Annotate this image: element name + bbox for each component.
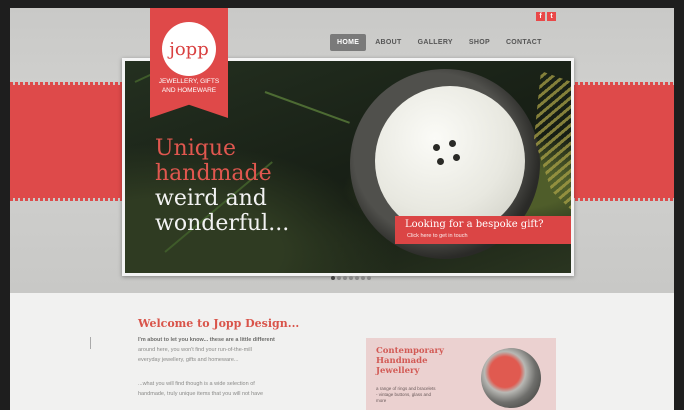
button-hole <box>449 140 456 147</box>
welcome-text-2: around here, you won't find your run-of-… <box>138 347 252 353</box>
button-disc-image <box>375 86 525 236</box>
welcome-text-4: ...what you will find though is a wide s… <box>138 381 255 387</box>
nav-home[interactable]: HOME <box>330 34 367 51</box>
button-hole <box>433 144 440 151</box>
headline-line-1: Unique <box>155 136 237 161</box>
facebook-icon[interactable]: f <box>536 12 545 21</box>
logo-text: jopp <box>169 38 209 60</box>
slider-dot[interactable] <box>355 276 359 280</box>
main-nav: HOME ABOUT GALLERY SHOP CONTACT <box>330 34 549 51</box>
welcome-text-1: I'm about to let you know... these are a… <box>138 335 338 345</box>
slider-dot[interactable] <box>349 276 353 280</box>
promo-title-line-3: Jewellery <box>376 366 420 376</box>
welcome-text-5: handmade, truly unique items that you wi… <box>138 391 264 397</box>
slider-dot[interactable] <box>331 276 335 280</box>
slider-dot[interactable] <box>337 276 341 280</box>
cta-subtitle: Click here to get in touch <box>407 233 468 239</box>
logo-ribbon[interactable]: jopp JEWELLERY, GIFTS AND HOMEWARE <box>150 8 228 118</box>
brand-tagline: JEWELLERY, GIFTS AND HOMEWARE <box>152 77 226 95</box>
nav-shop[interactable]: SHOP <box>462 34 497 51</box>
screenshot-frame: jopp JEWELLERY, GIFTS AND HOMEWARE f t H… <box>0 0 684 410</box>
social-links: f t <box>536 12 556 21</box>
web-page: jopp JEWELLERY, GIFTS AND HOMEWARE f t H… <box>10 8 674 410</box>
slider-dot[interactable] <box>367 276 371 280</box>
text-cursor-mark <box>90 337 91 349</box>
nav-about[interactable]: ABOUT <box>368 34 408 51</box>
promo-title-line-1: Contemporary <box>376 346 444 356</box>
hero-headline: Unique handmade weird and wonderful... <box>155 136 289 236</box>
nav-gallery[interactable]: GALLERY <box>411 34 460 51</box>
content-area <box>10 293 674 410</box>
welcome-text-3: everyday jewellery, gifts and homeware..… <box>138 357 239 363</box>
button-hole <box>437 158 444 165</box>
nav-contact[interactable]: CONTACT <box>499 34 549 51</box>
cta-title: Looking for a bespoke gift? <box>405 219 544 230</box>
button-hole <box>453 154 460 161</box>
slider-pagination <box>331 276 371 280</box>
logo[interactable]: jopp <box>162 22 216 76</box>
tagline-line-2: AND HOMEWARE <box>161 87 217 94</box>
twitter-icon[interactable]: t <box>547 12 556 21</box>
welcome-heading: Welcome to Jopp Design... <box>138 317 300 330</box>
slider-dot[interactable] <box>361 276 365 280</box>
promo-card-jewellery[interactable]: Contemporary Handmade Jewellery a range … <box>366 338 556 410</box>
promo-title: Contemporary Handmade Jewellery <box>376 346 444 376</box>
headline-line-2: handmade <box>155 161 272 186</box>
bespoke-gift-cta[interactable]: Looking for a bespoke gift? Click here t… <box>395 216 571 244</box>
promo-subtitle: a range of rings and bracelets - vintage… <box>376 386 436 403</box>
slider-dot[interactable] <box>343 276 347 280</box>
headline-line-3: weird and <box>155 186 267 211</box>
promo-title-line-2: Handmade <box>376 356 428 366</box>
headline-line-4: wonderful... <box>155 211 290 236</box>
welcome-text-1a: I'm about to let you know... these are a… <box>138 337 275 343</box>
tagline-line-1: JEWELLERY, GIFTS <box>158 78 220 85</box>
jewellery-image <box>481 348 541 408</box>
